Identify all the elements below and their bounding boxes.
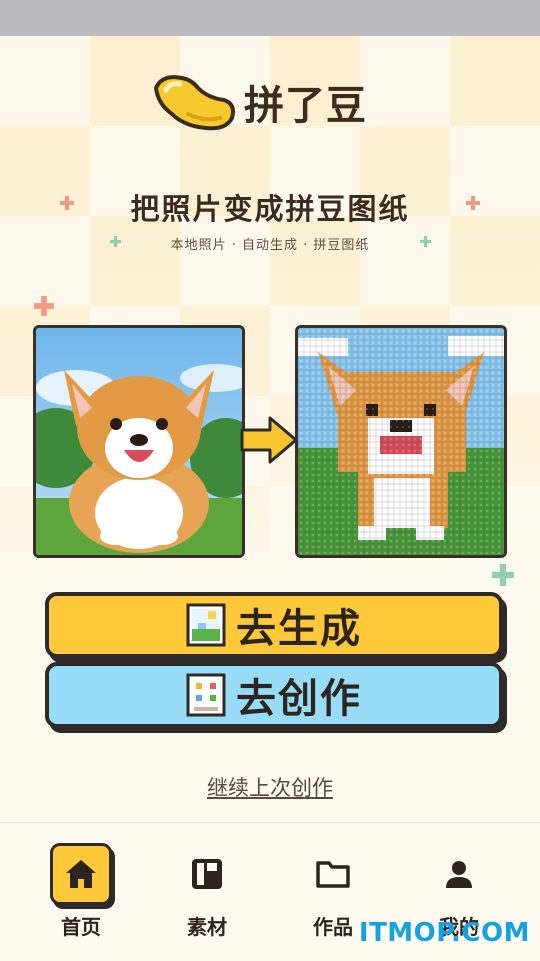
- folder-icon: [316, 861, 350, 888]
- tab-label-material: 素材: [187, 915, 227, 939]
- app-logo: 拼了豆: [148, 70, 367, 134]
- sparkle-icon: [492, 564, 514, 586]
- home-icon: [66, 860, 96, 888]
- bead-pattern-preview: [295, 325, 507, 558]
- continue-last-creation-link[interactable]: 继续上次创作: [0, 772, 540, 802]
- corgi-bead-pattern-image: [298, 328, 504, 555]
- tab-home[interactable]: 首页: [31, 843, 131, 940]
- page-subtitle: 本地照片 · 自动生成 · 拼豆图纸: [170, 238, 370, 253]
- status-bar: [0, 0, 540, 36]
- sparkle-icon: [34, 296, 54, 316]
- tab-label-home: 首页: [61, 915, 101, 939]
- generate-button-label: 去生成: [236, 606, 362, 652]
- generate-button[interactable]: 去生成: [45, 592, 503, 658]
- bean-logo-icon: [153, 75, 235, 131]
- create-button[interactable]: 去创作: [45, 662, 503, 728]
- sparkle-icon: [420, 236, 431, 247]
- pixel-grid-icon: [186, 673, 226, 717]
- create-button-label: 去创作: [236, 676, 362, 722]
- arrow-right-icon: [240, 416, 298, 464]
- sparkle-icon: [466, 196, 480, 210]
- corgi-photo-image: [36, 328, 242, 555]
- person-icon: [446, 861, 472, 888]
- pixel-picture-icon: [186, 603, 226, 647]
- material-icon: [192, 859, 222, 889]
- page-headline: 把照片变成拼豆图纸: [130, 192, 410, 226]
- source-photo: [33, 325, 245, 558]
- watermark: ITMOP.COM: [358, 918, 530, 948]
- tab-material[interactable]: 素材: [157, 843, 257, 940]
- app-name: 拼了豆: [244, 83, 367, 129]
